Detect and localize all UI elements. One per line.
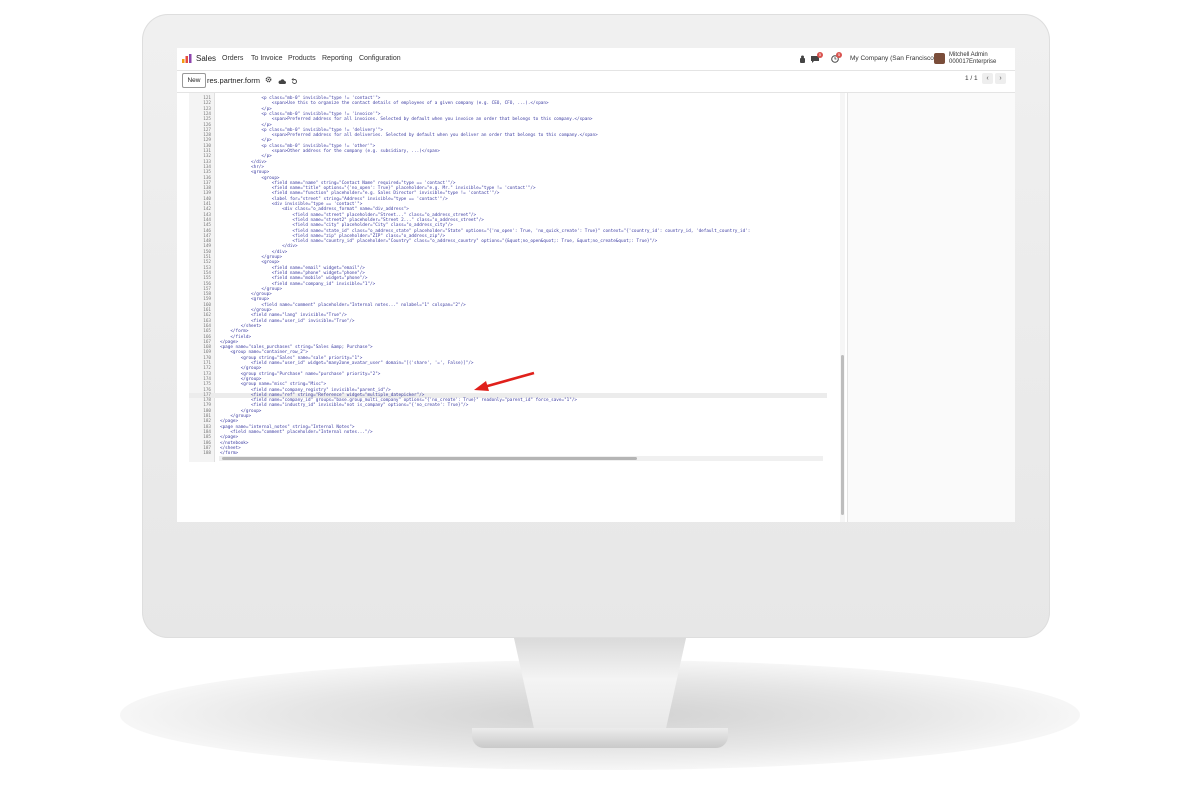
line-number: 188: [203, 451, 211, 457]
save-cloud-icon[interactable]: [278, 78, 286, 85]
vertical-scrollbar-thumb[interactable]: [841, 355, 844, 515]
bug-icon[interactable]: [799, 55, 806, 63]
new-button[interactable]: New: [182, 73, 206, 88]
app-name[interactable]: Sales: [196, 54, 216, 63]
horizontal-scrollbar-thumb[interactable]: [222, 457, 637, 460]
menu-reporting[interactable]: Reporting: [322, 55, 352, 62]
control-panel: New res.partner.form 1 / 1 ‹ ›: [177, 70, 1015, 93]
company-switcher[interactable]: My Company (San Francisco): [850, 55, 936, 62]
code-text: </form>: [220, 451, 239, 457]
horizontal-scrollbar[interactable]: [219, 456, 823, 461]
gear-icon[interactable]: [265, 76, 272, 83]
activity-badge: 5: [836, 52, 842, 58]
discard-undo-icon[interactable]: [291, 78, 298, 85]
monitor-stand-base: [472, 728, 728, 748]
user-name[interactable]: Mitchell Admin: [949, 52, 988, 58]
menu-configuration[interactable]: Configuration: [359, 55, 401, 62]
pager-next-button[interactable]: ›: [995, 73, 1006, 84]
annotation-arrow: [474, 371, 535, 391]
menu-orders[interactable]: Orders: [222, 55, 243, 62]
code-line[interactable]: 188 </form>: [189, 451, 827, 456]
side-panel: [847, 93, 1015, 522]
pager-value[interactable]: 1 / 1: [965, 75, 978, 82]
pager-previous-button[interactable]: ‹: [982, 73, 993, 84]
top-navbar: Sales Orders To Invoice Products Reporti…: [177, 48, 1015, 71]
code-editor[interactable]: 121 <p class="mb-0" invisible="type != '…: [189, 93, 829, 462]
menu-products[interactable]: Products: [288, 55, 316, 62]
screen: Sales Orders To Invoice Products Reporti…: [177, 48, 1015, 522]
vertical-scrollbar[interactable]: [840, 93, 845, 522]
menu-to-invoice[interactable]: To Invoice: [251, 55, 283, 62]
sales-app-icon[interactable]: [182, 54, 192, 63]
chat-badge: 5: [817, 52, 823, 58]
database-name: 000017Enterprise: [949, 59, 997, 65]
breadcrumb: res.partner.form: [207, 76, 260, 85]
user-avatar[interactable]: [934, 53, 945, 64]
